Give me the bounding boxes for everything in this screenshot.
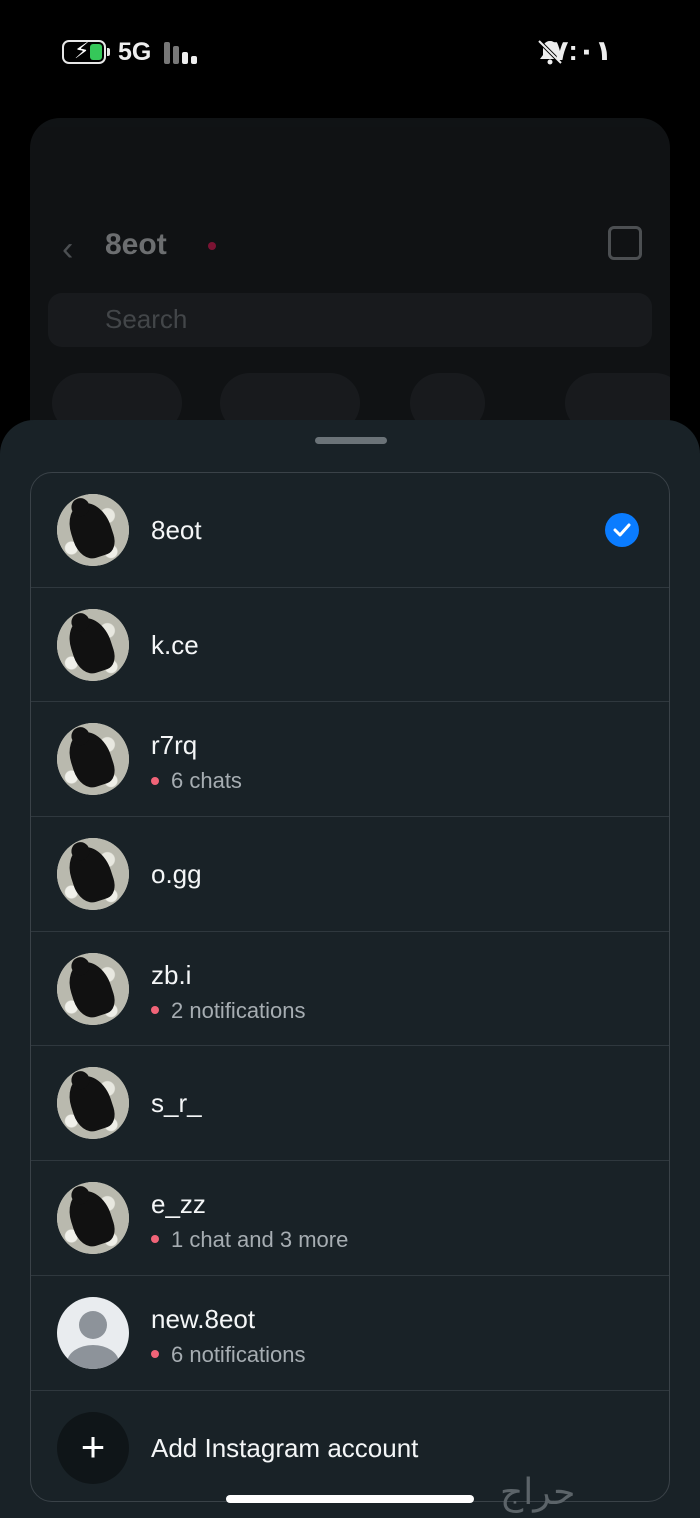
account-switcher-sheet: 8eot k.ce r7rq 6 chats o.gg zb.i 2 notif… <box>0 420 700 1518</box>
checkmark-icon <box>605 513 639 547</box>
back-icon: ‹ <box>62 230 74 268</box>
home-indicator[interactable] <box>226 1495 474 1503</box>
default-avatar-icon <box>57 1296 129 1369</box>
watermark-logo: حراج <box>500 1472 576 1513</box>
avatar <box>57 494 129 566</box>
account-row-s_r_[interactable]: s_r_ <box>31 1046 669 1162</box>
account-username: o.gg <box>151 859 202 890</box>
battery-charging-icon: ⚡ <box>62 39 110 64</box>
avatar <box>57 608 129 681</box>
account-list: 8eot k.ce r7rq 6 chats o.gg zb.i 2 notif… <box>30 472 670 1502</box>
plus-icon: + <box>57 1411 129 1484</box>
account-row-o.gg[interactable]: o.gg <box>31 817 669 932</box>
add-account-label: Add Instagram account <box>151 1432 419 1463</box>
account-username: 8eot <box>151 515 202 545</box>
background-title: 8eot <box>105 228 167 261</box>
notification-dot-icon <box>151 1235 159 1244</box>
account-username: new.8eot <box>151 1303 256 1334</box>
account-username: zb.i <box>151 959 192 990</box>
avatar <box>57 1182 129 1255</box>
account-username: r7rq <box>151 730 198 761</box>
account-username: k.ce <box>151 629 199 660</box>
network-type: 5G <box>118 38 152 66</box>
account-activity: 6 notifications <box>151 1342 306 1368</box>
status-clock: ٧:٠١ <box>551 35 612 66</box>
background-notification-dot <box>208 242 216 250</box>
notification-dot-icon <box>151 1350 159 1358</box>
avatar <box>57 952 129 1025</box>
notification-dot-icon <box>151 1005 159 1014</box>
notification-dot-icon <box>151 776 159 785</box>
avatar <box>57 1067 129 1140</box>
account-row-r7rq[interactable]: r7rq 6 chats <box>31 702 669 818</box>
account-row-8eot[interactable]: 8eot <box>31 473 669 588</box>
account-activity: 6 chats <box>151 768 242 794</box>
account-username: s_r_ <box>151 1088 202 1119</box>
account-row-new.8eot[interactable]: new.8eot 6 notifications <box>31 1276 669 1391</box>
avatar <box>57 723 129 796</box>
account-activity: 2 notifications <box>151 998 306 1024</box>
account-row-k.ce[interactable]: k.ce <box>31 588 669 703</box>
avatar <box>57 838 129 911</box>
compose-icon <box>608 226 642 260</box>
account-activity: 1 chat and 3 more <box>151 1227 348 1253</box>
signal-bars-icon <box>164 42 204 64</box>
sheet-grabber[interactable] <box>315 437 387 444</box>
account-row-e_zz[interactable]: e_zz 1 chat and 3 more <box>31 1161 669 1276</box>
background-screen: ‹ 8eot Search <box>30 118 670 458</box>
account-row-zb.i[interactable]: zb.i 2 notifications <box>31 932 669 1047</box>
background-search-placeholder: Search <box>105 304 188 334</box>
status-bar: ⚡ 5G ٧:٠١ <box>0 0 700 100</box>
account-username: e_zz <box>151 1189 206 1220</box>
